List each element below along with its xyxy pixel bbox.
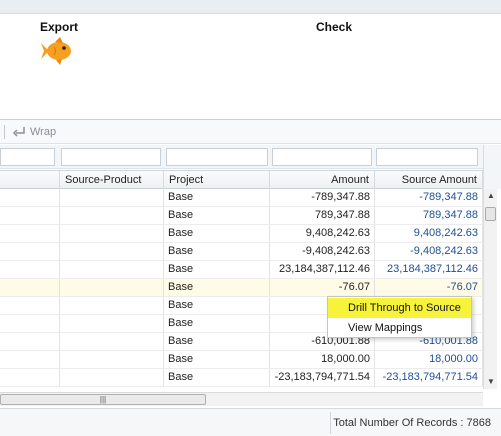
cell-source-amount-link[interactable]: -9,408,242.63 <box>375 243 483 260</box>
cell-project: Base <box>164 279 270 296</box>
menu-item-drill-through-to-source[interactable]: Drill Through to Source <box>328 298 471 318</box>
column-header-1[interactable] <box>0 171 60 189</box>
grid-body: Base -789,347.88 -789,347.88 Base 789,34… <box>0 189 483 389</box>
filter-input-project[interactable] <box>166 148 268 166</box>
vertical-scrollbar[interactable]: ▲ ▼ <box>483 189 497 389</box>
cell-project: Base <box>164 225 270 242</box>
cell-amount: 18,000.00 <box>270 351 375 368</box>
cell-col1 <box>0 207 60 224</box>
table-row[interactable]: Base -23,183,794,771.54 -23,183,794,771.… <box>0 369 483 387</box>
table-row[interactable]: Base -9,408,242.63 -9,408,242.63 <box>0 243 483 261</box>
toolbar: Wrap <box>0 120 501 144</box>
cell-project: Base <box>164 351 270 368</box>
cell-source-amount-link[interactable]: 23,184,387,112.46 <box>375 261 483 278</box>
column-header-project[interactable]: Project <box>164 171 270 189</box>
scroll-down-arrow-icon[interactable]: ▼ <box>486 377 496 387</box>
cell-amount: 789,347.88 <box>270 207 375 224</box>
cell-project: Base <box>164 189 270 206</box>
table-row[interactable]: Base 789,347.88 789,347.88 <box>0 207 483 225</box>
scroll-gutter-top <box>483 145 501 189</box>
cell-col1 <box>0 315 60 332</box>
column-header-source-product[interactable]: Source-Product <box>60 171 164 189</box>
cell-source-amount-link[interactable]: 18,000.00 <box>375 351 483 368</box>
cell-col1 <box>0 351 60 368</box>
cell-col1 <box>0 369 60 386</box>
filter-row <box>0 145 483 169</box>
top-strip <box>0 0 501 14</box>
table-row-selected[interactable]: Base -76.07 -76.07 <box>0 279 483 297</box>
cell-amount: 9,408,242.63 <box>270 225 375 242</box>
scroll-up-arrow-icon[interactable]: ▲ <box>486 191 496 201</box>
table-row[interactable]: Base 18,000.00 18,000.00 <box>0 351 483 369</box>
wrap-label: Wrap <box>30 126 57 138</box>
cell-source-product <box>60 189 164 206</box>
cell-source-product <box>60 207 164 224</box>
cell-source-product <box>60 297 164 314</box>
cell-project: Base <box>164 261 270 278</box>
cell-project: Base <box>164 243 270 260</box>
vertical-scroll-thumb[interactable] <box>485 207 496 221</box>
cell-col1 <box>0 333 60 350</box>
fish-icon[interactable] <box>38 36 74 66</box>
workflow-steps: Export Check <box>0 14 501 120</box>
cell-source-amount-link[interactable]: -23,183,794,771.54 <box>375 369 483 386</box>
filter-input-amount[interactable] <box>272 148 372 166</box>
cell-col1 <box>0 297 60 314</box>
cell-source-product <box>60 279 164 296</box>
cell-amount: -23,183,794,771.54 <box>270 369 375 386</box>
wrap-icon <box>12 127 25 137</box>
cell-col1 <box>0 279 60 296</box>
filter-input-source-product[interactable] <box>61 148 161 166</box>
cell-project: Base <box>164 333 270 350</box>
cell-project: Base <box>164 369 270 386</box>
total-records-label: Total Number Of Records : 7868 <box>333 417 491 429</box>
cell-source-product <box>60 369 164 386</box>
cell-source-product <box>60 225 164 242</box>
context-menu: Drill Through to Source View Mappings <box>327 296 472 338</box>
cell-source-amount-link[interactable]: -789,347.88 <box>375 189 483 206</box>
cell-project: Base <box>164 297 270 314</box>
cell-source-amount-link[interactable]: -76.07 <box>375 279 483 296</box>
cell-amount: -76.07 <box>270 279 375 296</box>
cell-amount: 23,184,387,112.46 <box>270 261 375 278</box>
horizontal-scrollbar[interactable]: ||| <box>0 392 483 406</box>
cell-amount: -9,408,242.63 <box>270 243 375 260</box>
cell-source-product <box>60 333 164 350</box>
cell-col1 <box>0 243 60 260</box>
filter-input-col1[interactable] <box>0 148 55 166</box>
filter-input-source-amount[interactable] <box>376 148 478 166</box>
menu-item-view-mappings[interactable]: View Mappings <box>328 318 471 338</box>
cell-source-product <box>60 243 164 260</box>
cell-col1 <box>0 225 60 242</box>
check-step-label: Check <box>316 20 353 34</box>
cell-amount: -789,347.88 <box>270 189 375 206</box>
horizontal-scroll-thumb[interactable]: ||| <box>0 394 206 405</box>
footer-divider <box>330 412 331 434</box>
status-footer: Total Number Of Records : 7868 <box>0 408 501 436</box>
cell-source-product <box>60 315 164 332</box>
cell-col1 <box>0 261 60 278</box>
toolbar-separator <box>4 125 5 139</box>
cell-source-product <box>60 261 164 278</box>
table-row[interactable]: Base 23,184,387,112.46 23,184,387,112.46 <box>0 261 483 279</box>
cell-col1 <box>0 189 60 206</box>
table-row[interactable]: Base -789,347.88 -789,347.88 <box>0 189 483 207</box>
cell-source-amount-link[interactable]: 9,408,242.63 <box>375 225 483 242</box>
table-row[interactable]: Base 9,408,242.63 9,408,242.63 <box>0 225 483 243</box>
grid-header: Source-Product Project Amount Source Amo… <box>0 170 483 189</box>
cell-project: Base <box>164 315 270 332</box>
cell-source-product <box>60 351 164 368</box>
column-header-source-amount[interactable]: Source Amount <box>375 171 483 189</box>
wrap-button[interactable]: Wrap <box>12 124 56 140</box>
column-header-amount[interactable]: Amount <box>270 171 375 189</box>
cell-source-amount-link[interactable]: 789,347.88 <box>375 207 483 224</box>
cell-project: Base <box>164 207 270 224</box>
export-step-label: Export <box>40 20 79 34</box>
